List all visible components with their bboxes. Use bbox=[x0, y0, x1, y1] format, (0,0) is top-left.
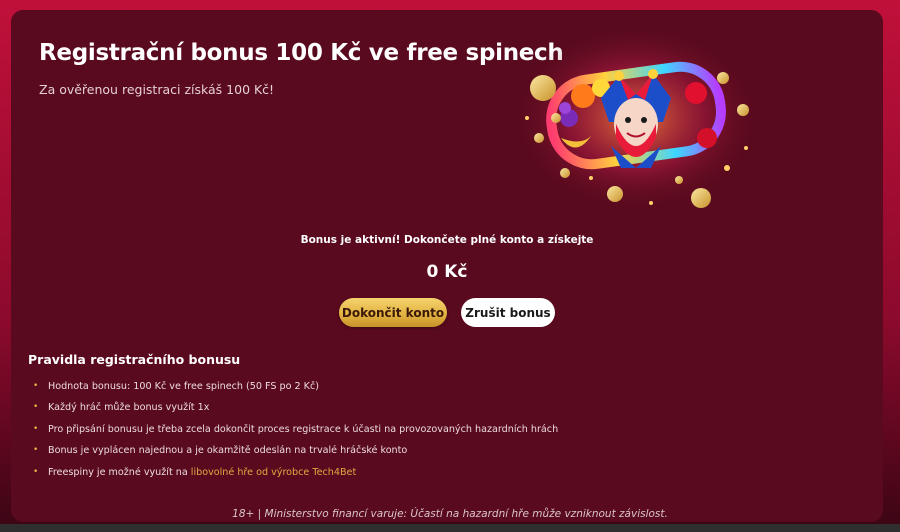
gambling-warning: 18+ | Ministerstvo financí varuje: Účast… bbox=[232, 508, 668, 520]
bullet-icon: • bbox=[33, 423, 39, 434]
joker-slot-illustration bbox=[511, 23, 761, 213]
page-title: Registrační bonus 100 Kč ve free spinech bbox=[39, 40, 564, 66]
bullet-icon: • bbox=[33, 466, 39, 477]
bullet-icon: • bbox=[33, 445, 39, 456]
bonus-amount: 0 Kč bbox=[426, 262, 468, 282]
rule-text: Pro připsání bonusu je třeba zcela dokon… bbox=[48, 423, 559, 435]
bullet-icon: • bbox=[33, 381, 39, 391]
complete-account-button[interactable]: Dokončit konto bbox=[339, 298, 447, 327]
rule-item: • Bonus je vyplácen najednou a je okamži… bbox=[33, 440, 558, 461]
rule-text-prefix: Freespiny je možné využít na bbox=[48, 466, 191, 478]
bonus-panel: Registrační bonus 100 Kč ve free spinech… bbox=[11, 10, 883, 522]
page-subtitle: Za ověřenou registraci získáš 100 Kč! bbox=[39, 82, 275, 97]
rule-item: • Pro připsání bonusu je třeba zcela dok… bbox=[33, 419, 558, 440]
rule-text: Bonus je vyplácen najednou a je okamžitě… bbox=[48, 445, 408, 457]
rule-item: • Freespiny je možné využít na libovolné… bbox=[33, 462, 558, 483]
rules-heading: Pravidla registračního bonusu bbox=[28, 352, 241, 367]
bullet-icon: • bbox=[33, 402, 39, 413]
rules-list: • Hodnota bonusu: 100 Kč ve free spinech… bbox=[33, 376, 558, 483]
rule-item: • Každý hráč může bonus využít 1x bbox=[33, 397, 558, 418]
rule-text: Hodnota bonusu: 100 Kč ve free spinech (… bbox=[48, 381, 319, 392]
rule-item: • Hodnota bonusu: 100 Kč ve free spinech… bbox=[33, 376, 558, 397]
bonus-status-message: Bonus je aktivní! Dokončete plné konto a… bbox=[300, 234, 594, 246]
tech4bet-games-link[interactable]: libovolné hře od výrobce Tech4Bet bbox=[191, 467, 356, 478]
bottom-bar bbox=[0, 524, 900, 532]
cancel-bonus-button[interactable]: Zrušit bonus bbox=[461, 298, 555, 327]
rule-text: Každý hráč může bonus využít 1x bbox=[48, 402, 210, 414]
